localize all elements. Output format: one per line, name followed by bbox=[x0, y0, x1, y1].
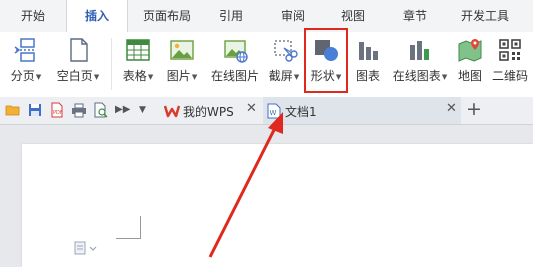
red-arrow bbox=[208, 112, 283, 258]
